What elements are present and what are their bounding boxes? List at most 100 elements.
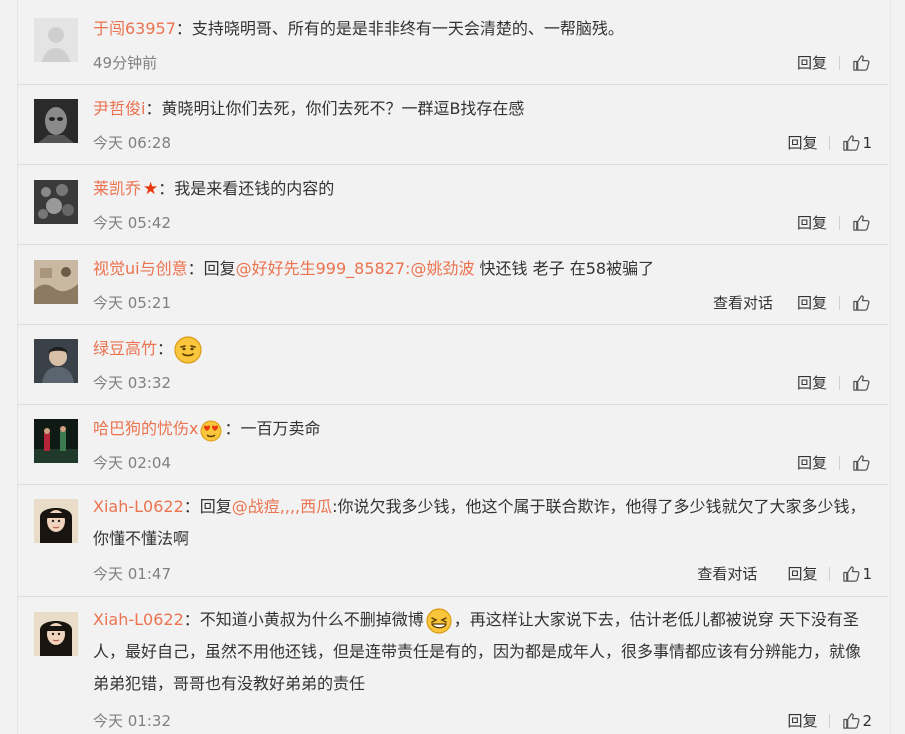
avatar[interactable]: [34, 419, 78, 463]
comment-actions: 查看对话 回复 1: [697, 563, 872, 584]
grin-emoji-icon: [173, 335, 203, 365]
comment-actions: 回复: [797, 212, 872, 233]
comment-item: 尹哲俊i：黄晓明让你们去死，你们去死不？一群逗B找存在感 今天 06:28 回复…: [17, 84, 888, 165]
reply-button[interactable]: 回复: [797, 372, 827, 393]
timestamp: 今天 05:42: [93, 214, 171, 232]
reply-button[interactable]: 回复: [787, 710, 817, 731]
timestamp: 49分钟前: [93, 54, 158, 72]
timestamp: 今天 05:21: [93, 294, 171, 312]
reply-button[interactable]: 回复: [787, 132, 817, 153]
like-button[interactable]: [852, 373, 872, 392]
like-count: 1: [862, 564, 872, 583]
mention-link[interactable]: @好好先生999_85827:@姚劲波: [236, 259, 475, 278]
thumbs-up-icon: [843, 713, 860, 729]
thumbs-up-icon: [853, 375, 870, 391]
like-button[interactable]: [852, 213, 872, 232]
comment-text: 哈巴狗的忧伤x ：一百万卖命: [93, 413, 872, 445]
comment-item: 哈巴狗的忧伤x ：一百万卖命 今天 02:04 回复: [17, 404, 888, 485]
comment-item: 视觉ui与创意：回复@好好先生999_85827:@姚劲波 快还钱 老子 在58…: [17, 244, 888, 325]
comment-text: 莱凯乔 ★：我是来看还钱的内容的: [93, 173, 872, 205]
divider: [829, 135, 831, 150]
avatar[interactable]: [34, 612, 78, 656]
divider: [839, 55, 840, 70]
thumbs-up-icon: [853, 55, 870, 71]
comment-item: Xiah-L0622：回复@战痘,,,,西瓜:你说欠我多少钱，他这个属于联合欺诈…: [17, 484, 888, 597]
comment-item: 绿豆高竹： 今天 03:32 回复: [17, 324, 888, 405]
reply-prefix: ：回复: [183, 497, 232, 516]
comment-content: ：支持晓明哥、所有的是是非非终有一天会清楚的、一帮脑残。: [175, 19, 624, 38]
view-conversation-button[interactable]: 查看对话: [713, 292, 773, 313]
verified-star-icon: ★: [143, 179, 159, 199]
timestamp: 今天 03:32: [93, 374, 171, 392]
like-button[interactable]: [852, 53, 872, 72]
comment-actions: 回复 1: [787, 132, 872, 153]
like-button[interactable]: [852, 453, 872, 472]
reply-button[interactable]: 回复: [797, 212, 827, 233]
thumbs-up-icon: [853, 455, 870, 471]
avatar[interactable]: [34, 18, 78, 62]
comment-text: 视觉ui与创意：回复@好好先生999_85827:@姚劲波 快还钱 老子 在58…: [93, 253, 872, 285]
heart-eyes-emoji-icon: [198, 418, 224, 442]
comment-item: 于闯63957：支持晓明哥、所有的是是非非终有一天会清楚的、一帮脑残。 49分钟…: [17, 4, 888, 85]
divider: [839, 215, 840, 230]
divider: [839, 375, 840, 390]
like-button[interactable]: 2: [842, 711, 872, 730]
username-link[interactable]: 绿豆高竹: [93, 339, 157, 358]
like-button[interactable]: 1: [842, 564, 872, 583]
timestamp: 今天 06:28: [93, 134, 171, 152]
mention-link[interactable]: @战痘,,,,西瓜: [232, 497, 332, 516]
avatar[interactable]: [34, 260, 78, 304]
comment-text: 于闯63957：支持晓明哥、所有的是是非非终有一天会清楚的、一帮脑残。: [93, 13, 872, 45]
divider: [829, 566, 831, 581]
avatar[interactable]: [34, 180, 78, 224]
username-link[interactable]: 于闯63957: [93, 19, 176, 38]
comment-actions: 回复: [797, 452, 872, 473]
comment-actions: 回复: [797, 372, 872, 393]
reply-button[interactable]: 回复: [797, 292, 827, 313]
reply-button[interactable]: 回复: [787, 563, 817, 584]
comment-content: 快还钱 老子 在58被骗了: [474, 259, 655, 278]
thumbs-up-icon: [853, 215, 870, 231]
timestamp: 今天 02:04: [93, 454, 171, 472]
timestamp: 今天 01:32: [93, 712, 171, 730]
avatar[interactable]: [34, 339, 78, 383]
comment-text: 绿豆高竹：: [93, 333, 872, 365]
comment-item: 莱凯乔 ★：我是来看还钱的内容的 今天 05:42 回复: [17, 164, 888, 245]
thumbs-up-icon: [853, 295, 870, 311]
comment-text: 尹哲俊i：黄晓明让你们去死，你们去死不？一群逗B找存在感: [93, 93, 872, 125]
comment-actions: 回复: [797, 52, 872, 73]
thumbs-up-icon: [843, 566, 860, 582]
like-button[interactable]: 1: [842, 133, 872, 152]
reply-button[interactable]: 回复: [797, 452, 827, 473]
avatar[interactable]: [34, 499, 78, 543]
like-button[interactable]: [852, 293, 872, 312]
comment-text: Xiah-L0622：回复@战痘,,,,西瓜:你说欠我多少钱，他这个属于联合欺诈…: [93, 491, 872, 555]
comment-content: ：黄晓明让你们去死，你们去死不？一群逗B找存在感: [145, 99, 525, 118]
username-link[interactable]: 莱凯乔: [93, 179, 141, 198]
comment-item: Xiah-L0622：不知道小黄叔为什么不删掉微博 ，再这样让大家说下去，估计老…: [17, 596, 888, 734]
comment-content: ：: [157, 339, 174, 358]
username-link[interactable]: 尹哲俊i: [93, 99, 145, 118]
comment-content: ：一百万卖命: [224, 419, 321, 438]
comment-text: Xiah-L0622：不知道小黄叔为什么不删掉微博 ，再这样让大家说下去，估计老…: [93, 604, 872, 700]
divider: [839, 295, 840, 310]
username-link[interactable]: Xiah-L0622: [93, 610, 184, 629]
thumbs-up-icon: [843, 135, 860, 151]
comment-actions: 回复 2: [787, 710, 872, 731]
reply-prefix: ：回复: [187, 259, 236, 278]
username-link[interactable]: 哈巴狗的忧伤x: [93, 419, 198, 438]
avatar[interactable]: [34, 99, 78, 143]
divider: [839, 455, 840, 470]
username-link[interactable]: 视觉ui与创意: [93, 259, 188, 278]
view-conversation-button[interactable]: 查看对话: [697, 563, 757, 584]
username-link[interactable]: Xiah-L0622: [93, 497, 184, 516]
timestamp: 今天 01:47: [93, 565, 171, 583]
reply-button[interactable]: 回复: [797, 52, 827, 73]
like-count: 1: [862, 133, 872, 152]
comment-content: ：不知道小黄叔为什么不删掉微博: [183, 610, 424, 629]
comment-content: ：我是来看还钱的内容的: [158, 179, 335, 198]
like-count: 2: [862, 711, 872, 730]
comment-actions: 查看对话 回复: [713, 292, 872, 313]
laugh-emoji-icon: [424, 607, 454, 635]
divider: [829, 713, 831, 728]
